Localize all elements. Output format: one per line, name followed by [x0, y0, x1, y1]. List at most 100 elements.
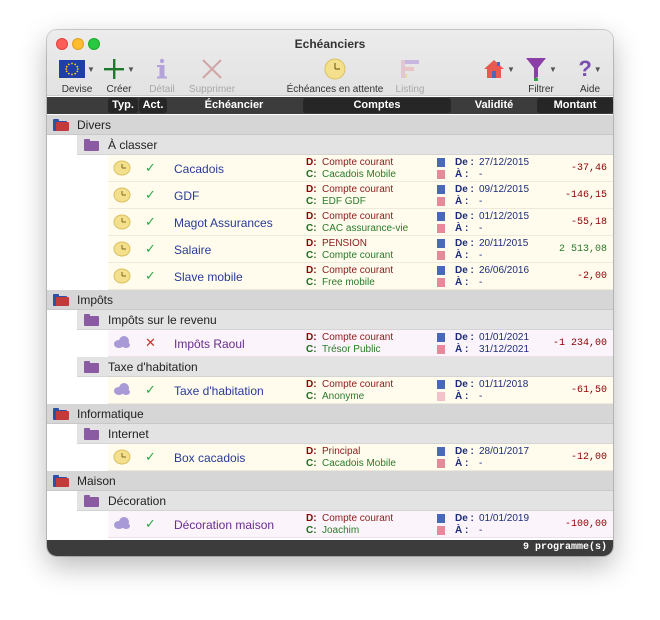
- listing-label: Listing: [395, 84, 425, 95]
- start-label: De :: [455, 332, 474, 343]
- listing-button[interactable]: Listing: [390, 56, 430, 95]
- filter-label: Filtrer: [528, 84, 554, 95]
- credit-account: Anonyme: [322, 391, 365, 402]
- subcategory-row[interactable]: Impôts sur le revenu: [47, 310, 613, 330]
- schedule-row[interactable]: ✓ Taxe d'habitation D: Compte courant C:…: [47, 377, 613, 404]
- start-date: 20/11/2015: [479, 238, 529, 249]
- cross-icon[interactable]: ✕: [145, 335, 156, 351]
- col-comptes[interactable]: Comptes: [303, 98, 451, 113]
- checkmark-icon[interactable]: ✓: [145, 449, 156, 465]
- schedule-row[interactable]: ✓ Slave mobile D: Compte courant C: Free…: [47, 263, 613, 290]
- debit-account: Compte courant: [322, 513, 394, 524]
- end-date: -: [479, 525, 483, 536]
- status-bar: 9 programme(s): [47, 540, 613, 556]
- subcategory-label: Internet: [108, 427, 149, 441]
- category-label: Impôts: [77, 293, 114, 307]
- end-label: À :: [455, 391, 469, 402]
- debit-flag-icon: [437, 266, 445, 275]
- end-date: 31/12/2021: [479, 344, 530, 355]
- end-label: À :: [455, 525, 469, 536]
- start-date: 27/12/2015: [479, 157, 530, 168]
- schedule-row[interactable]: ✓ Cacadois D: Compte courant C: Cacadois…: [47, 155, 613, 182]
- end-label: À :: [455, 196, 469, 207]
- checkmark-icon[interactable]: ✓: [145, 160, 156, 176]
- start-date: 01/12/2015: [479, 211, 530, 222]
- detail-button[interactable]: Détail: [147, 56, 177, 95]
- subcategory-label: Décoration: [108, 494, 167, 508]
- filter-button[interactable]: ▼ Filtrer: [521, 56, 561, 95]
- amount: -146,15: [564, 190, 607, 201]
- col-validite[interactable]: Validité: [451, 97, 537, 114]
- col-echeancier[interactable]: Échéancier: [169, 97, 299, 114]
- checkmark-icon[interactable]: ✓: [145, 187, 156, 203]
- create-button[interactable]: ▼ Créer: [103, 56, 135, 95]
- subcategory-row[interactable]: À classer: [47, 135, 613, 155]
- subcategory-row[interactable]: Taxe d'habitation: [47, 357, 613, 377]
- credit-flag-icon: [437, 526, 445, 535]
- start-date: 01/11/2018: [479, 379, 529, 390]
- cloud-icon: [113, 335, 131, 352]
- credit-account: Free mobile: [322, 277, 375, 288]
- debit-label: D:: [306, 379, 317, 390]
- checkmark-icon[interactable]: ✓: [145, 241, 156, 257]
- create-label: Créer: [106, 84, 132, 95]
- start-label: De :: [455, 238, 474, 249]
- debit-account: Principal: [322, 446, 361, 457]
- clock-icon: [113, 449, 131, 468]
- subcategory-label: Taxe d'habitation: [108, 360, 198, 374]
- checkmark-icon[interactable]: ✓: [145, 214, 156, 230]
- clock-icon: [113, 160, 131, 179]
- credit-label: C:: [306, 196, 317, 207]
- schedule-row[interactable]: ✓ Box cacadois D: Principal C: Cacadois …: [47, 444, 613, 471]
- schedule-row[interactable]: ✓ Salaire D: PENSION C: Compte courant D…: [47, 236, 613, 263]
- chevron-down-icon: ▼: [593, 64, 602, 74]
- schedule-row[interactable]: ✓ Décoration maison D: Compte courant C:…: [47, 511, 613, 538]
- chevron-down-icon: ▼: [127, 64, 135, 74]
- checkmark-icon[interactable]: ✓: [145, 382, 156, 398]
- category-row[interactable]: Maison: [47, 471, 613, 491]
- start-label: De :: [455, 157, 474, 168]
- checkmark-icon[interactable]: ✓: [145, 268, 156, 284]
- category-row[interactable]: Impôts: [47, 290, 613, 310]
- column-header: Typ. Act. Échéancier Comptes Validité Mo…: [47, 97, 613, 114]
- subcategory-row[interactable]: Décoration: [47, 491, 613, 511]
- cloud-icon: [113, 516, 131, 533]
- credit-account: Cacadois Mobile: [322, 458, 396, 469]
- col-montant[interactable]: Montant: [537, 98, 613, 113]
- devise-label: Devise: [61, 84, 93, 95]
- credit-label: C:: [306, 391, 317, 402]
- home-button[interactable]: ▼: [481, 56, 517, 82]
- subcategory-row[interactable]: Internet: [47, 424, 613, 444]
- col-typ[interactable]: Typ.: [108, 98, 138, 113]
- pending-button[interactable]: Échéances en attente: [285, 56, 385, 95]
- folder-icon: [84, 361, 99, 376]
- folder-icon: [84, 428, 99, 443]
- schedule-name: Taxe d'habitation: [174, 384, 264, 398]
- start-label: De :: [455, 265, 474, 276]
- schedule-row[interactable]: ✓ GDF D: Compte courant C: EDF GDF De : …: [47, 182, 613, 209]
- subcategory-label: À classer: [108, 138, 158, 152]
- end-label: À :: [455, 277, 469, 288]
- schedule-row[interactable]: ✓ Magot Assurances D: Compte courant C: …: [47, 209, 613, 236]
- debit-label: D:: [306, 513, 317, 524]
- credit-flag-icon: [437, 459, 445, 468]
- devise-button[interactable]: ▼ Devise: [55, 56, 99, 95]
- category-row[interactable]: Informatique: [47, 404, 613, 424]
- debit-flag-icon: [437, 212, 445, 221]
- question-mark-icon: ?: [578, 56, 592, 81]
- category-label: Divers: [77, 118, 112, 132]
- schedule-row[interactable]: ✕ Impôts Raoul D: Compte courant C: Trés…: [47, 330, 613, 357]
- debit-account: Compte courant: [322, 157, 394, 168]
- help-button[interactable]: ? ▼ Aide: [573, 56, 607, 95]
- category-row[interactable]: Divers: [47, 115, 613, 135]
- debit-label: D:: [306, 211, 317, 222]
- credit-label: C:: [306, 458, 317, 469]
- col-act[interactable]: Act.: [139, 98, 167, 113]
- chevron-down-icon: ▼: [507, 64, 515, 74]
- window: Echéanciers ▼ Devise ▼ Créer Détail Supp…: [47, 30, 613, 556]
- eu-flag-icon: [59, 60, 86, 78]
- delete-button[interactable]: Supprimer: [187, 56, 237, 95]
- checkmark-icon[interactable]: ✓: [145, 516, 156, 532]
- detail-label: Détail: [149, 84, 175, 95]
- subcategory-label: Impôts sur le revenu: [108, 313, 217, 327]
